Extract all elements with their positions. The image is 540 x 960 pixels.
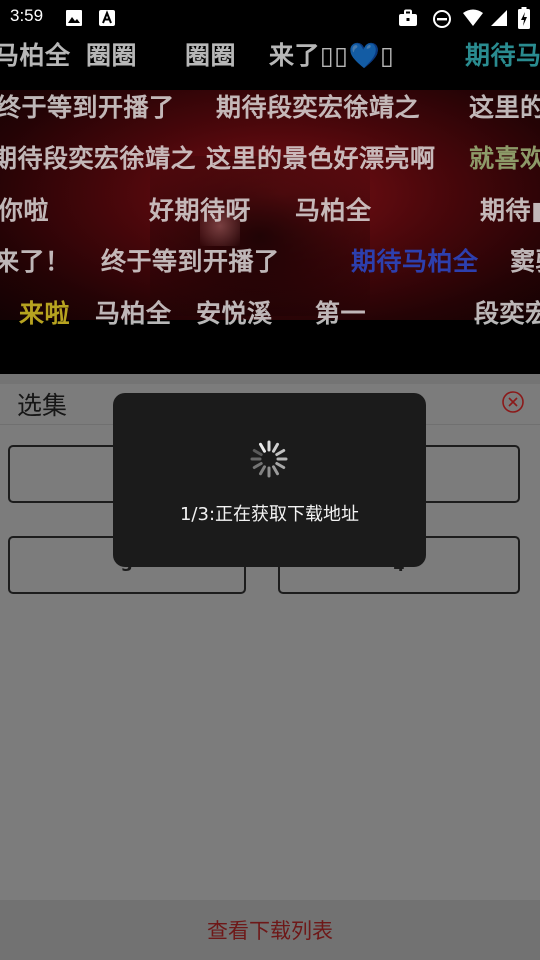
danmaku-comment: 这里的 xyxy=(469,93,540,122)
signal-icon xyxy=(491,10,507,26)
text-a-icon xyxy=(99,10,115,26)
danmaku-comment: 终于等到开播了 xyxy=(0,93,175,122)
danmaku-comment: 马柏全 xyxy=(95,299,172,328)
loading-dialog: 1/3:正在获取下载地址 xyxy=(113,393,426,567)
sheet-top-strip xyxy=(0,374,540,384)
close-icon[interactable] xyxy=(501,390,525,414)
status-bar: 3:59 xyxy=(0,0,540,36)
danmaku-comment: 来啦 xyxy=(19,299,71,328)
view-download-list-button[interactable]: 查看下载列表 xyxy=(0,900,540,960)
danmaku-comment: 你啦 xyxy=(0,196,50,225)
video-figure xyxy=(150,156,370,316)
do-not-disturb-icon xyxy=(433,10,451,28)
danmaku-comment: 期待段奕宏徐靖之 xyxy=(216,93,421,122)
danmaku-comment: 第一 xyxy=(315,299,367,328)
loading-spinner-icon xyxy=(250,440,288,478)
danmaku-comment: 马柏全 xyxy=(295,196,372,225)
danmaku-comment: 圈圈 xyxy=(185,41,237,70)
danmaku-comment: 圈圈 xyxy=(86,41,138,70)
status-time: 3:59 xyxy=(10,6,44,25)
danmaku-comment: 期待马 xyxy=(465,41,540,70)
wifi-icon xyxy=(463,9,483,26)
danmaku-comment: 来了！ xyxy=(0,247,71,276)
loading-message: 1/3:正在获取下载地址 xyxy=(179,504,360,525)
danmaku-comment: 期待▮ xyxy=(480,196,540,225)
danmaku-comment: 好期待呀 xyxy=(149,196,252,225)
sheet-title: 选集 xyxy=(17,391,68,420)
image-icon xyxy=(66,10,82,26)
briefcase-icon xyxy=(399,9,417,26)
danmaku-comment: 窦骁 xyxy=(510,247,540,276)
danmaku-comment: 马柏全 xyxy=(0,41,71,70)
video-player[interactable]: 马柏全 圈圈 圈圈 来了▯▯💙▯ 期待马 终于等到开播了 期待段奕宏徐靖之 这里… xyxy=(0,36,540,374)
battery-charging-icon xyxy=(518,7,530,29)
danmaku-comment: 段奕宏 xyxy=(474,299,540,328)
danmaku-comment: 终于等到开播了 xyxy=(101,247,280,276)
danmaku-comment: 安悦溪 xyxy=(196,299,273,328)
danmaku-comment: 就喜欢 xyxy=(469,144,540,173)
view-download-list-label: 查看下载列表 xyxy=(207,919,333,943)
danmaku-comment: 来了▯▯💙▯ xyxy=(269,41,395,70)
danmaku-comment: 期待马柏全 xyxy=(351,247,479,276)
danmaku-comment: 这里的景色好漂亮啊 xyxy=(206,144,436,173)
danmaku-comment: 期待段奕宏徐靖之 xyxy=(0,144,197,173)
